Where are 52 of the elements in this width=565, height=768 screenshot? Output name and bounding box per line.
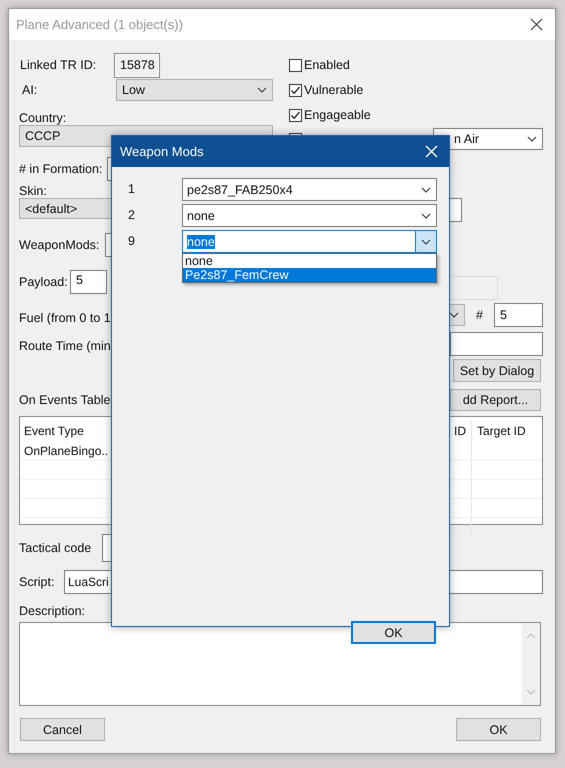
field-label: Route Time (min — [19, 339, 111, 353]
chevron-down-icon — [421, 212, 431, 218]
checkbox[interactable] — [289, 108, 302, 122]
field-label: AI: — [21, 83, 38, 97]
slot-number: 1 — [128, 181, 136, 198]
add-report-button[interactable]: dd Report... — [450, 389, 541, 411]
dialog-title: Weapon Mods — [120, 144, 204, 159]
field-label: # in Formation: — [19, 162, 104, 176]
window-title: Plane Advanced (1 object(s)) — [16, 17, 183, 32]
field-label: Script: — [19, 575, 56, 589]
weapon-mod-dropdown[interactable]: pe2s87_FAB250x4 — [182, 178, 437, 201]
field-label: Tactical code — [19, 541, 92, 555]
payload-field[interactable]: 5 — [70, 270, 107, 294]
field-label: WeaponMods: — [19, 238, 100, 252]
dropdown-option[interactable]: none — [183, 254, 436, 268]
table-cell-text: OnPlaneBingo.. — [23, 444, 110, 458]
column-header: Target ID — [476, 424, 527, 438]
field-label: Payload: — [19, 275, 69, 289]
set-by-dialog-button[interactable]: Set by Dialog — [453, 359, 541, 382]
column-header: ID — [454, 420, 472, 442]
count-label: # — [476, 308, 483, 322]
count-field[interactable]: 5 — [494, 303, 543, 327]
field-label: Description: — [19, 604, 85, 618]
close-icon[interactable] — [530, 18, 543, 31]
weapon-mod-dropdown[interactable]: none — [182, 230, 437, 253]
ok-button[interactable]: OK — [456, 718, 541, 741]
checkbox-label: Enabled — [304, 58, 350, 72]
chevron-down-icon — [449, 312, 460, 318]
slot-number: 2 — [128, 207, 136, 224]
column-header: Event Type — [23, 424, 85, 438]
checkbox[interactable] — [289, 58, 302, 72]
checkbox[interactable] — [289, 84, 302, 96]
description-field[interactable] — [19, 622, 541, 706]
field-label: Country: — [19, 111, 66, 125]
weapon-mod-dropdown[interactable]: none — [182, 204, 437, 227]
field-label: Linked TR ID: — [19, 58, 98, 72]
cancel-button[interactable]: Cancel — [20, 718, 105, 741]
checkbox-label: Vulnerable — [304, 83, 364, 97]
dropdown-option[interactable]: Pe2s87_FemCrew — [183, 268, 436, 282]
ai-dropdown[interactable]: Low — [116, 79, 273, 101]
slot-number: 9 — [128, 233, 136, 250]
section-label: On Events Table — [19, 393, 110, 407]
ok-button[interactable]: OK — [351, 621, 436, 644]
field-label: Skin: — [19, 184, 47, 198]
input-field[interactable] — [450, 332, 543, 356]
checkbox-label: Engageable — [304, 108, 371, 122]
field-label: Fuel (from 0 to 1 — [19, 311, 111, 325]
chevron-down-icon — [421, 186, 431, 192]
id-field[interactable]: 15878 — [114, 52, 160, 78]
chevron-down-icon — [257, 87, 267, 93]
chevron-down-icon — [527, 136, 537, 142]
chevron-down-icon — [421, 238, 431, 244]
